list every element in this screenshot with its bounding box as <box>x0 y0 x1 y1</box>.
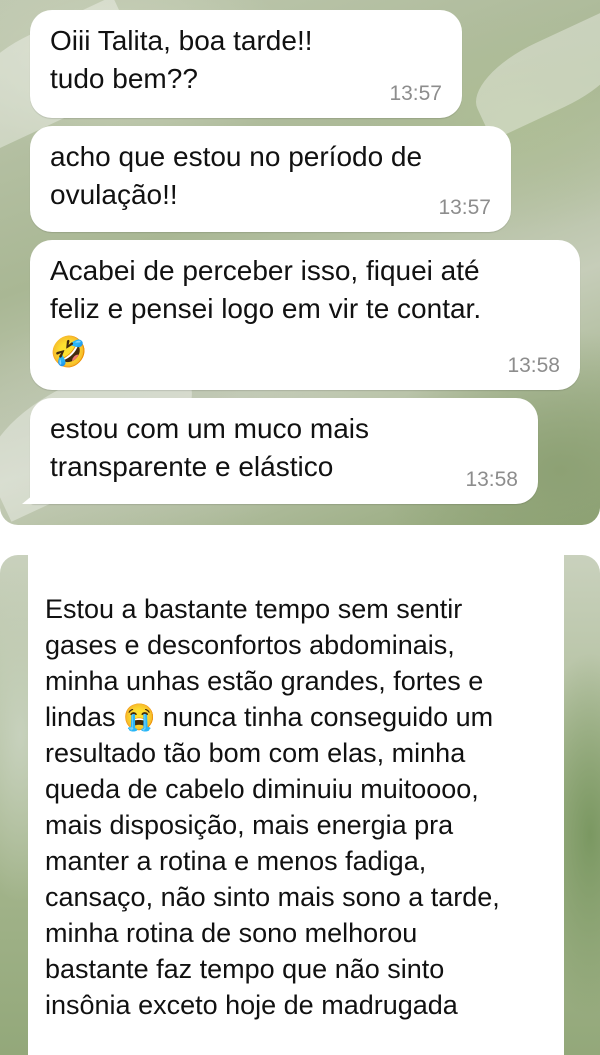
rofl-emoji-icon: 🤣 <box>50 336 88 369</box>
message-bubble[interactable]: Oiii Talita, boa tarde!! tudo bem?? 13:5… <box>30 10 462 118</box>
message-bubble[interactable]: acho que estou no período de ovulação!! … <box>30 126 511 232</box>
message-time: 13:58 <box>465 468 518 491</box>
crying-emoji-icon: 😭 <box>123 702 156 732</box>
message-text: estou com um muco mais transparente e el… <box>50 413 369 482</box>
message-time: 13:58 <box>507 354 560 377</box>
message-text: Acabei de perceber isso, fiquei até feli… <box>50 255 482 324</box>
message-text-part: nunca tinha conseguido um resultado tão … <box>45 702 500 1020</box>
bubble-tail <box>22 486 44 504</box>
chat-screenshot-bottom: Estou a bastante tempo sem sentir gases … <box>0 555 600 1055</box>
wallpaper-leaf <box>462 9 600 141</box>
message-time: 13:57 <box>438 196 491 219</box>
message-bubble[interactable]: Acabei de perceber isso, fiquei até feli… <box>30 240 580 390</box>
message-bubble[interactable]: estou com um muco mais transparente e el… <box>22 398 538 504</box>
message-time: 13:57 <box>389 82 442 105</box>
message-text: Oiii Talita, boa tarde!! tudo bem?? <box>50 25 313 94</box>
chat-screenshot-top: Oiii Talita, boa tarde!! tudo bem?? 13:5… <box>0 0 600 525</box>
message-text: acho que estou no período de ovulação!! <box>50 141 423 210</box>
message-bubble[interactable]: Estou a bastante tempo sem sentir gases … <box>28 555 564 1055</box>
message-text: Estou a bastante tempo sem sentir gases … <box>45 591 554 1023</box>
